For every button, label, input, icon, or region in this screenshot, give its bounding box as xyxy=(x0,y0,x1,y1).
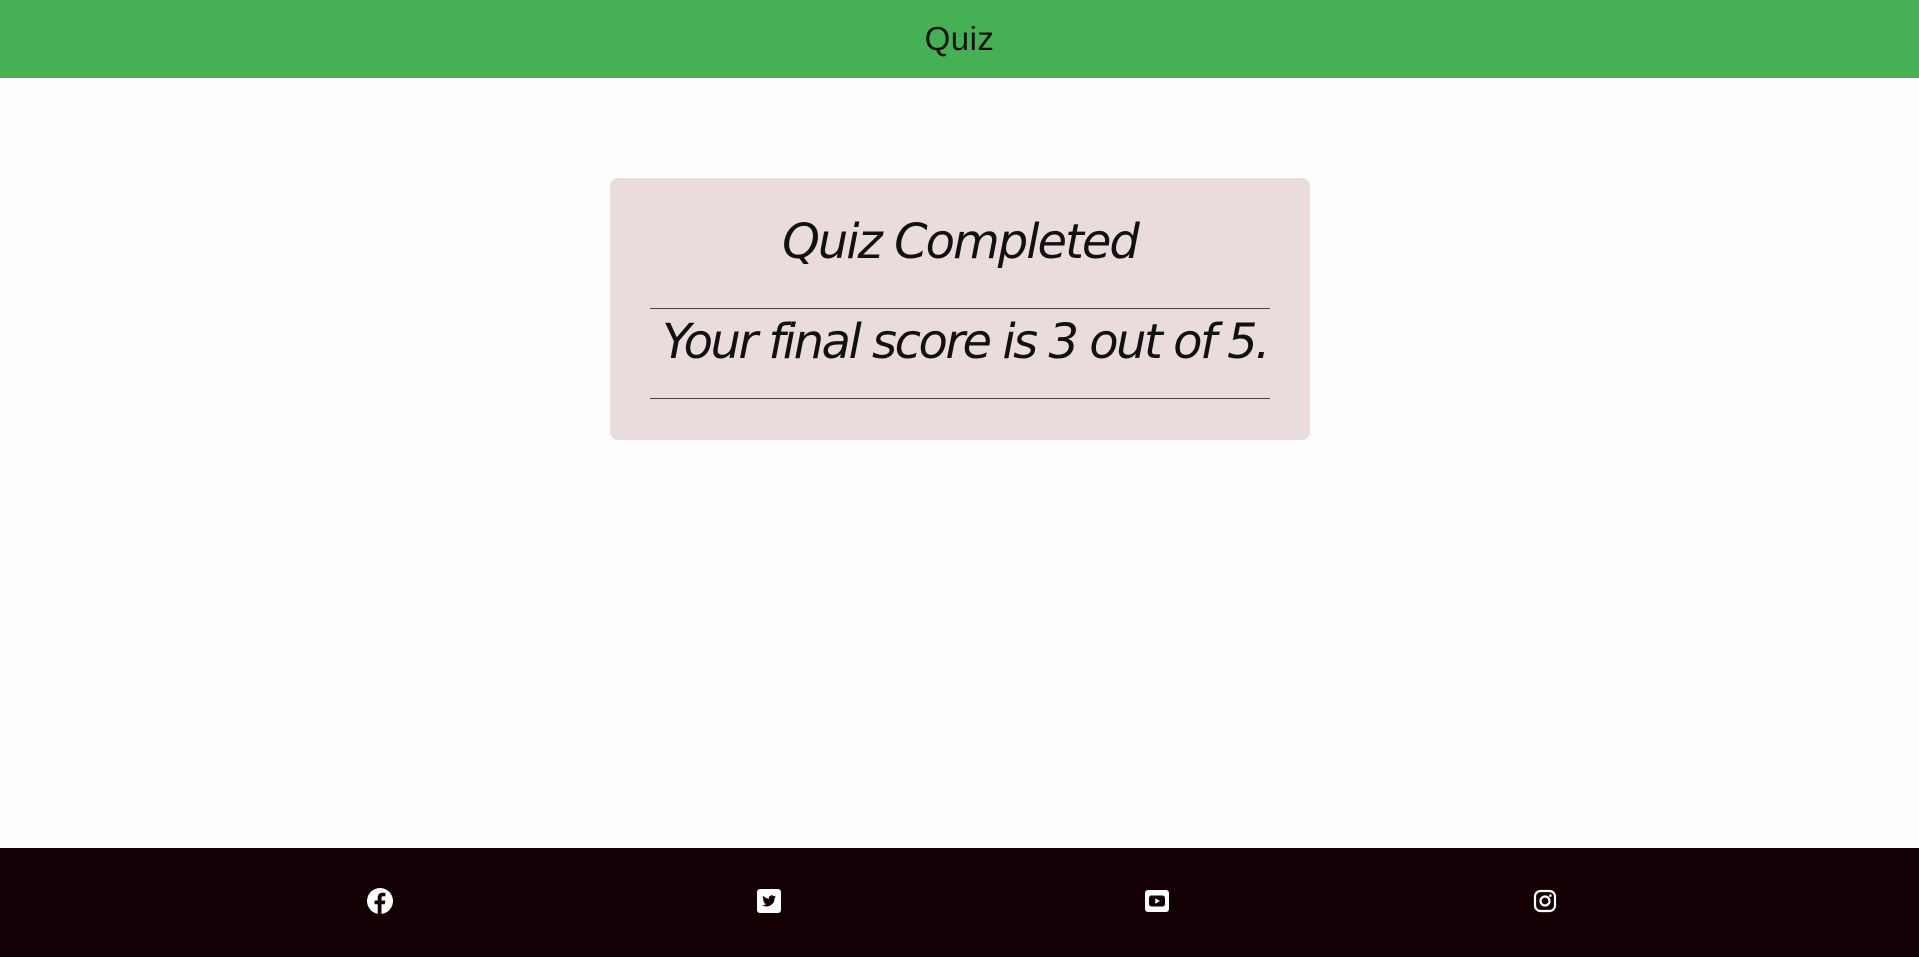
instagram-icon xyxy=(1533,889,1557,913)
facebook-icon xyxy=(367,888,393,914)
result-card: Quiz Completed Your final score is 3 out… xyxy=(610,178,1310,440)
result-heading: Quiz Completed xyxy=(782,214,1140,270)
youtube-link[interactable] xyxy=(1143,887,1171,915)
site-header: Quiz xyxy=(0,0,1919,78)
twitter-icon xyxy=(757,889,781,913)
divider-top xyxy=(650,308,1270,309)
facebook-link[interactable] xyxy=(366,887,394,915)
site-footer xyxy=(0,848,1919,957)
divider-bottom xyxy=(650,398,1270,399)
instagram-link[interactable] xyxy=(1531,887,1559,915)
final-score-text: Your final score is 3 out of 5. xyxy=(662,314,1270,370)
site-title: Quiz xyxy=(924,20,995,57)
twitter-link[interactable] xyxy=(755,887,783,915)
youtube-icon xyxy=(1145,889,1169,913)
